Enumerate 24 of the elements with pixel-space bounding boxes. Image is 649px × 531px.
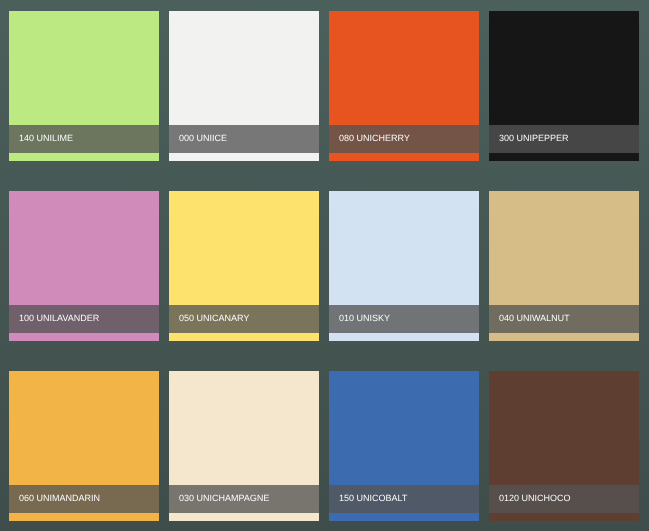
swatch-label: 080 UNICHERRY: [339, 132, 410, 146]
swatch-label: 040 UNIWALNUT: [499, 312, 570, 326]
swatch-label: 060 UNIMANDARIN: [19, 492, 100, 506]
color-swatch[interactable]: 300 UNIPEPPER: [489, 11, 639, 161]
color-swatch[interactable]: 040 UNIWALNUT: [489, 191, 639, 341]
swatch-label: 050 UNICANARY: [179, 312, 250, 326]
color-swatch[interactable]: 150 UNICOBALT: [329, 371, 479, 521]
color-swatch[interactable]: 0120 UNICHOCO: [489, 371, 639, 521]
swatch-label: 300 UNIPEPPER: [499, 132, 569, 146]
color-swatch[interactable]: 030 UNICHAMPAGNE: [169, 371, 319, 521]
swatch-label: 0120 UNICHOCO: [499, 492, 571, 506]
color-swatch[interactable]: 140 UNILIME: [9, 11, 159, 161]
color-swatch[interactable]: 010 UNISKY: [329, 191, 479, 341]
color-swatch[interactable]: 100 UNILAVANDER: [9, 191, 159, 341]
swatch-label: 010 UNISKY: [339, 312, 390, 326]
swatch-label: 000 UNIICE: [179, 132, 228, 146]
swatch-label: 100 UNILAVANDER: [19, 312, 100, 326]
color-swatch[interactable]: 060 UNIMANDARIN: [9, 371, 159, 521]
color-swatch[interactable]: 080 UNICHERRY: [329, 11, 479, 161]
swatch-label: 140 UNILIME: [19, 132, 74, 146]
swatch-label: 150 UNICOBALT: [339, 492, 408, 506]
color-swatch[interactable]: 000 UNIICE: [169, 11, 319, 161]
swatch-label: 030 UNICHAMPAGNE: [179, 492, 270, 506]
color-swatch[interactable]: 050 UNICANARY: [169, 191, 319, 341]
